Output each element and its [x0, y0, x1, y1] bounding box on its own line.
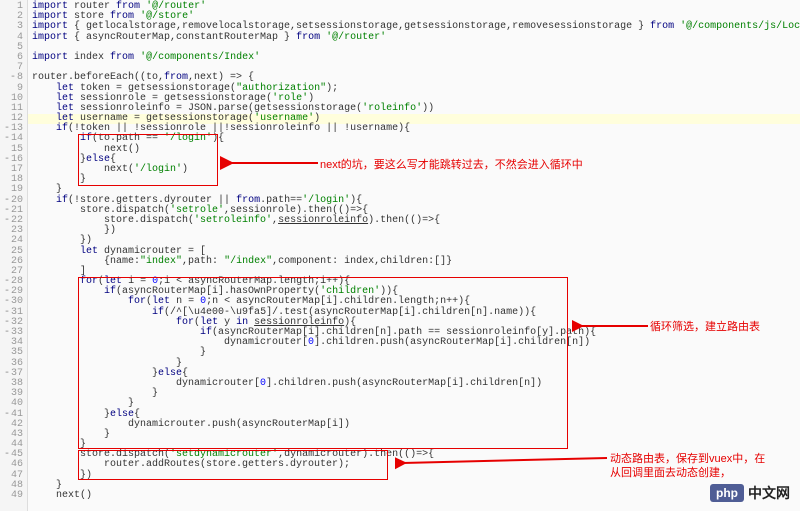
code-line: import index from '@/components/Index'	[28, 53, 800, 63]
code-line: router.beforeEach((to,from,next) => {	[28, 73, 800, 83]
code-line: dynamicrouter.push(asyncRouterMap[i])	[28, 420, 800, 430]
code-line: }	[28, 175, 800, 185]
annotation-text: 动态路由表，保存到vuex中，在 从回调里面去动态创建，	[610, 452, 765, 480]
arrow-icon	[220, 150, 320, 176]
fold-icon[interactable]: -	[3, 369, 11, 379]
code-line: }	[28, 389, 800, 399]
fold-icon[interactable]: -	[3, 410, 11, 420]
watermark: php 中文网	[710, 483, 790, 503]
code-line: })	[28, 236, 800, 246]
code-line: store.dispatch('setroleinfo',sessionrole…	[28, 216, 800, 226]
arrow-icon	[572, 313, 650, 339]
fold-icon[interactable]: -	[3, 216, 11, 226]
code-line: }	[28, 481, 800, 491]
code-line: if(to.path == '/login'){	[28, 134, 800, 144]
code-line: })	[28, 226, 800, 236]
fold-icon[interactable]: -	[9, 73, 17, 83]
code-line: next()	[28, 491, 800, 501]
code-line: import { asyncRouterMap,constantRouterMa…	[28, 33, 800, 43]
watermark-text: 中文网	[748, 483, 790, 503]
fold-icon[interactable]: -	[3, 328, 11, 338]
php-logo-icon: php	[710, 484, 744, 502]
fold-icon[interactable]: -	[3, 155, 11, 165]
fold-icon[interactable]: -	[3, 134, 11, 144]
fold-icon[interactable]: -	[3, 450, 11, 460]
arrow-icon	[395, 433, 610, 473]
annotation-text: next的坑，要这么写才能跳转过去，不然会进入循环中	[320, 158, 583, 172]
line-gutter: 1 2 3 4 5 6 7 -8 9 10 11 12 -13 -14 15 -…	[0, 0, 28, 511]
code-line: next()	[28, 145, 800, 155]
annotation-text: 循环筛选，建立路由表	[650, 320, 760, 334]
code-line: {name:"index",path: "/index",component: …	[28, 257, 800, 267]
code-line: }	[28, 399, 800, 409]
